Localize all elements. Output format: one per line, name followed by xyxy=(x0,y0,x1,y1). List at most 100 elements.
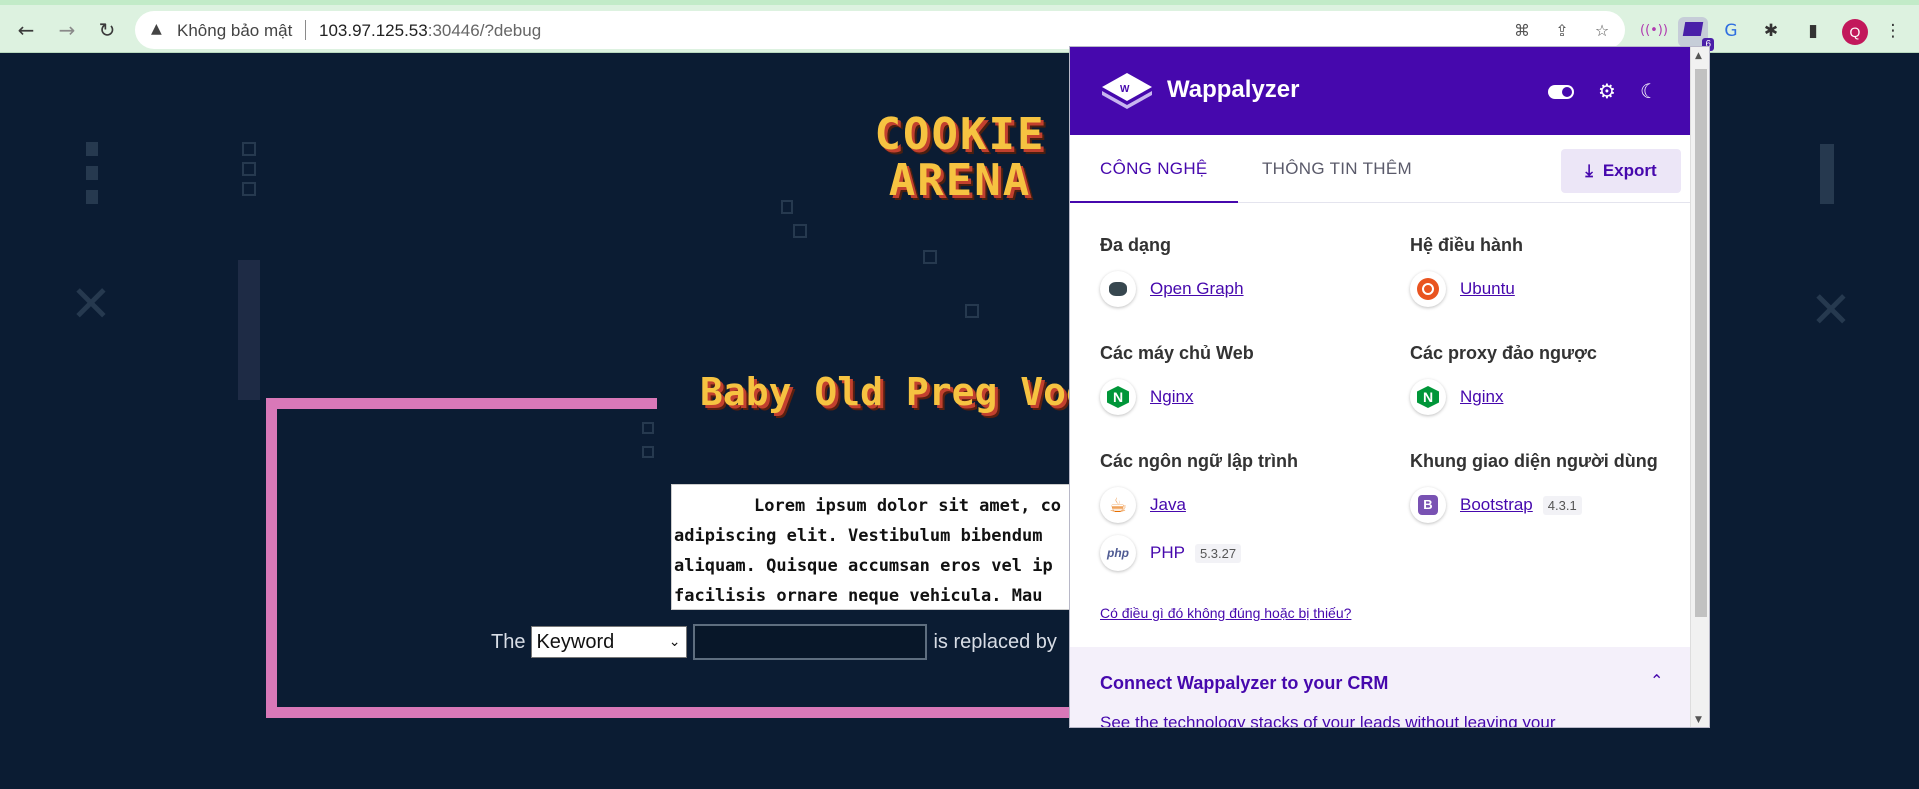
decor-square xyxy=(923,250,937,264)
decor-pixel xyxy=(86,190,98,204)
crm-description: See the technology stacks of your leads … xyxy=(1100,713,1556,728)
tech-link[interactable]: Open Graph xyxy=(1150,279,1244,299)
tech-link[interactable]: PHP xyxy=(1150,543,1185,563)
java-icon: ☕ xyxy=(1100,487,1136,523)
toggle-switch-icon[interactable] xyxy=(1548,85,1574,99)
tech-link[interactable]: Java xyxy=(1150,495,1186,515)
forward-icon[interactable]: → xyxy=(53,16,81,44)
address-bar[interactable]: ▲ Không bảo mật 103.97.125.53:30446/?deb… xyxy=(135,11,1625,49)
warning-icon: ▲ xyxy=(151,21,162,37)
category-title: Các máy chủ Web xyxy=(1100,343,1254,363)
url-text[interactable]: 103.97.125.53:30446/?debug xyxy=(319,21,541,41)
tab-more-info[interactable]: THÔNG TIN THÊM xyxy=(1232,135,1442,203)
nginx-icon: N xyxy=(1410,379,1446,415)
ubuntu-icon xyxy=(1410,271,1446,307)
decor-pixel xyxy=(86,142,98,156)
lorem-textbox: Lorem ipsum dolor sit amet, co adipiscin… xyxy=(671,484,1071,610)
page-title: Baby Old Preg Voo xyxy=(700,370,1089,414)
category-misc: Đa dạng Open Graph xyxy=(1100,235,1400,316)
nginx-icon: N xyxy=(1100,379,1136,415)
scroll-down-icon[interactable]: ▼ xyxy=(1695,715,1702,725)
settings-gear-icon[interactable]: ⚙ xyxy=(1594,79,1620,103)
wappalyzer-extension-icon[interactable]: 6 xyxy=(1678,17,1714,51)
decor-square xyxy=(242,182,256,196)
lorem-text: Lorem ipsum dolor sit amet, co adipiscin… xyxy=(674,496,1062,606)
export-button[interactable]: ⤓ Export xyxy=(1561,149,1681,193)
category-os: Hệ điều hành Ubuntu xyxy=(1410,235,1709,316)
profile-avatar[interactable]: Q xyxy=(1842,19,1868,45)
form-suffix-label: is replaced by xyxy=(933,630,1057,653)
tech-link[interactable]: Nginx xyxy=(1460,387,1503,407)
scroll-thumb[interactable] xyxy=(1695,69,1707,617)
popup-scrollbar[interactable]: ▲ ▼ xyxy=(1690,47,1709,727)
decor-bar xyxy=(238,260,260,400)
category-title: Các proxy đảo ngược xyxy=(1410,343,1597,363)
wappalyzer-glyph-icon xyxy=(1682,22,1704,36)
category-title: Đa dạng xyxy=(1100,235,1172,255)
bookmark-star-icon[interactable]: ☆ xyxy=(1591,20,1613,42)
wappalyzer-popup: W Wappalyzer ⚙ ☾ CÔNG NGHỆ THÔNG TIN THÊ… xyxy=(1069,46,1710,728)
side-panel-icon[interactable]: ▮ xyxy=(1800,18,1826,44)
php-icon: php xyxy=(1100,535,1136,571)
google-translate-icon[interactable]: G xyxy=(1718,18,1744,44)
extensions-puzzle-icon[interactable]: ✱ xyxy=(1758,18,1784,44)
category-programming-languages: Các ngôn ngữ lập trình ☕ Java php PHP 5.… xyxy=(1100,451,1400,580)
cookie-arena-logo: COOKIE ARENA xyxy=(855,112,1065,204)
scroll-up-icon[interactable]: ▲ xyxy=(1695,51,1702,61)
logo-line-1: COOKIE xyxy=(874,109,1046,160)
crm-title[interactable]: Connect Wappalyzer to your CRM xyxy=(1100,673,1388,694)
tech-item: php PHP 5.3.27 xyxy=(1100,532,1400,574)
report-issue-link[interactable]: Có điều gì đó không đúng hoặc bị thiếu? xyxy=(1100,605,1351,621)
keyword-input[interactable] xyxy=(693,624,928,660)
replace-form: The Keyword ⌄ is replaced by xyxy=(491,624,1057,660)
decor-square xyxy=(793,224,807,238)
tech-link[interactable]: Bootstrap xyxy=(1460,495,1533,515)
tech-item: ☕ Java xyxy=(1100,484,1400,526)
decor-pixel xyxy=(86,166,98,180)
open-graph-icon xyxy=(1100,271,1136,307)
category-reverse-proxies: Các proxy đảo ngược N Nginx xyxy=(1410,343,1709,424)
export-label: Export xyxy=(1602,161,1657,180)
category-ui-frameworks: Khung giao diện người dùng B Bootstrap 4… xyxy=(1410,451,1709,532)
translate-icon[interactable]: ⌘ xyxy=(1511,20,1533,42)
decor-square xyxy=(242,162,256,176)
wappalyzer-header: W Wappalyzer ⚙ ☾ xyxy=(1070,47,1690,135)
back-icon[interactable]: ← xyxy=(12,16,40,44)
tech-link[interactable]: Ubuntu xyxy=(1460,279,1515,299)
dark-mode-moon-icon[interactable]: ☾ xyxy=(1636,79,1662,103)
svg-text:W: W xyxy=(1120,84,1130,95)
decor-cross: ✕ xyxy=(70,276,112,332)
reload-icon[interactable]: ↻ xyxy=(93,16,121,44)
broadcast-extension-icon[interactable]: ((•)) xyxy=(1640,18,1668,44)
tech-item: N Nginx xyxy=(1100,376,1400,418)
form-prefix-label: The xyxy=(491,630,526,653)
chevron-up-icon[interactable]: ⌃ xyxy=(1650,671,1663,690)
decor-cross: ✕ xyxy=(1810,282,1852,338)
category-title: Các ngôn ngữ lập trình xyxy=(1100,451,1299,471)
wappalyzer-logo-icon: W xyxy=(1102,73,1152,109)
tech-link[interactable]: Nginx xyxy=(1150,387,1193,407)
tab-technologies[interactable]: CÔNG NGHỆ xyxy=(1070,135,1238,203)
logo-line-2: ARENA xyxy=(888,155,1032,206)
chevron-down-icon: ⌄ xyxy=(668,634,681,650)
bootstrap-icon: B xyxy=(1410,487,1446,523)
tech-version: 4.3.1 xyxy=(1542,495,1582,515)
decor-square xyxy=(781,200,793,214)
menu-kebab-icon[interactable]: ⋮ xyxy=(1880,18,1906,44)
tech-version: 5.3.27 xyxy=(1194,543,1242,563)
download-icon: ⤓ xyxy=(1585,161,1593,181)
tech-item: N Nginx xyxy=(1410,376,1709,418)
tech-item: Ubuntu xyxy=(1410,268,1709,310)
keyword-select[interactable]: Keyword ⌄ xyxy=(531,626,688,658)
category-title: Hệ điều hành xyxy=(1410,235,1524,255)
tech-item: Open Graph xyxy=(1100,268,1400,310)
decor-square xyxy=(965,304,979,318)
keyword-select-value: Keyword xyxy=(536,631,615,653)
category-web-servers: Các máy chủ Web N Nginx xyxy=(1100,343,1400,424)
decor-square xyxy=(242,142,256,156)
security-label[interactable]: Không bảo mật xyxy=(177,21,292,41)
wappalyzer-brand: Wappalyzer xyxy=(1167,76,1300,103)
address-divider xyxy=(305,20,306,40)
category-title: Khung giao diện người dùng xyxy=(1410,451,1658,471)
share-icon[interactable]: ⇪ xyxy=(1551,20,1573,42)
